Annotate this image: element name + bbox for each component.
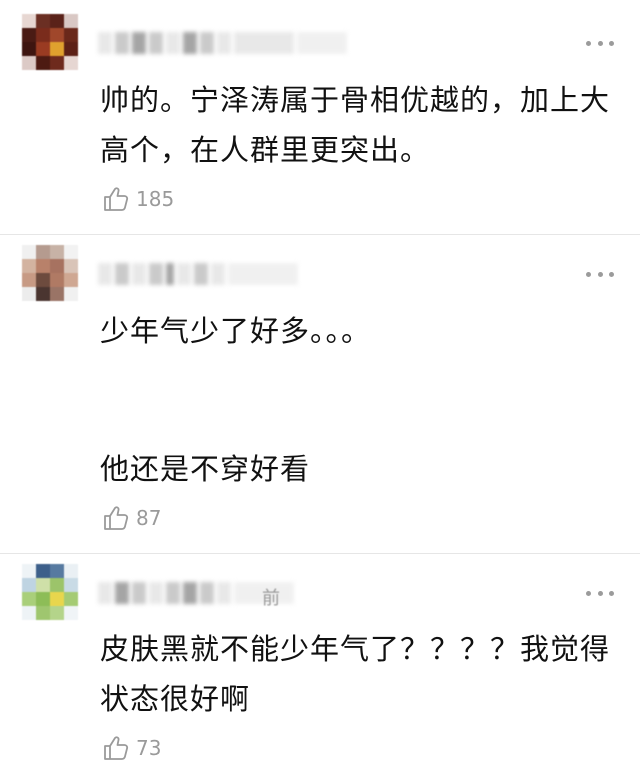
- comment-text: 他还是不穿好看: [100, 452, 311, 486]
- like-button[interactable]: 73: [102, 733, 161, 763]
- more-dots-icon[interactable]: [586, 269, 614, 279]
- like-count: 87: [136, 506, 162, 530]
- more-dots-icon[interactable]: [586, 588, 614, 598]
- username-blurred[interactable]: [98, 30, 347, 56]
- comment-item: 前 皮肤黑就不能少年气了？？？？我觉得状态很好啊 73: [0, 554, 640, 784]
- like-button[interactable]: 87: [102, 503, 161, 533]
- comment-item: 帅的。宁泽涛属于骨相优越的，加上大高个，在人群里更突出。 185: [0, 0, 640, 235]
- thumbs-up-icon: [104, 736, 129, 760]
- avatar[interactable]: [22, 245, 78, 301]
- comment-text: 帅的。宁泽涛属于骨相优越的，加上大高个，在人群里更突出。: [100, 83, 611, 167]
- comment-item: 少年气少了好多。。。 他还是不穿好看 87: [0, 235, 640, 554]
- avatar[interactable]: [22, 14, 78, 70]
- like-count: 73: [136, 736, 162, 760]
- more-dots-icon[interactable]: [586, 38, 614, 48]
- avatar[interactable]: [22, 564, 78, 620]
- thumbs-up-icon: [104, 506, 129, 530]
- like-count: 185: [136, 187, 175, 211]
- username-blurred[interactable]: [98, 261, 298, 287]
- like-button[interactable]: 185: [102, 184, 174, 214]
- comment-time: 前: [262, 588, 280, 609]
- comment-text: 少年气少了好多。。。: [100, 314, 372, 348]
- comment-text: 皮肤黑就不能少年气了？？？？我觉得状态很好啊: [100, 632, 611, 716]
- thumbs-up-icon: [104, 187, 129, 211]
